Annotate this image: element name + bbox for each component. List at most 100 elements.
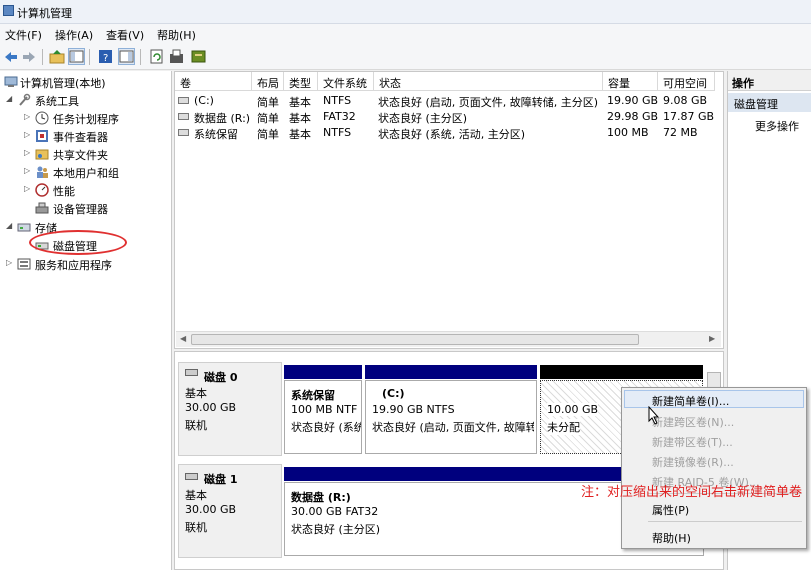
title-bar: 计算机管理 <box>0 0 811 24</box>
partition-bar <box>284 365 362 379</box>
actions-section[interactable]: 磁盘管理 <box>728 93 811 112</box>
mouse-cursor-icon <box>648 405 660 428</box>
users-icon <box>35 165 49 179</box>
tree-item-services-apps[interactable]: ▷ 服务和应用程序 <box>6 256 170 273</box>
actions-section-label: 磁盘管理 <box>734 98 778 111</box>
menu-item-help[interactable]: 帮助(H) <box>652 530 691 546</box>
unallocated-bar <box>540 365 703 379</box>
clock-icon <box>35 111 49 125</box>
disk-size: 30.00 GB <box>185 401 237 414</box>
tree-item-task-scheduler[interactable]: ▷ 任务计划程序 <box>24 110 170 127</box>
shared-folder-icon <box>35 147 49 161</box>
forward-icon[interactable] <box>20 48 37 65</box>
partition-status: 状态良好 (系统 <box>291 421 361 434</box>
volume-status: 状态良好 (启动, 页面文件, 故障转储, 主分区) <box>378 96 599 109</box>
collapsed-arrow-icon[interactable]: ▷ <box>24 184 30 193</box>
menu-view[interactable]: 查看(V) <box>106 27 144 43</box>
horizontal-scrollbar[interactable]: ◀ ▶ <box>176 331 721 347</box>
device-manager-icon <box>35 201 49 215</box>
menu-bar: 文件(F) 操作(A) 查看(V) 帮助(H) <box>0 24 811 44</box>
column-header-volume[interactable]: 卷 <box>175 72 252 91</box>
column-header-status[interactable]: 状态 <box>374 72 603 91</box>
help-icon[interactable]: ? <box>97 48 114 65</box>
tree-label: 服务和应用程序 <box>35 259 112 272</box>
column-header-filesystem[interactable]: 文件系统 <box>318 72 374 91</box>
menu-action[interactable]: 操作(A) <box>55 27 93 43</box>
volume-name: 数据盘 (R:) <box>194 112 251 125</box>
partition-size: 100 MB NTF <box>291 403 358 416</box>
toolbar-separator <box>140 49 141 65</box>
table-row[interactable]: 数据盘 (R:) 简单 基本 FAT32 状态良好 (主分区) 29.98 GB… <box>175 109 723 125</box>
column-header-layout[interactable]: 布局 <box>252 72 284 91</box>
expanded-arrow-icon[interactable]: ◢ <box>6 221 12 230</box>
menu-item-new-simple-volume[interactable]: 新建简单卷(I)... <box>652 393 729 409</box>
svg-text:?: ? <box>103 53 108 64</box>
disk-size: 30.00 GB <box>185 503 237 516</box>
volume-name: 系统保留 <box>194 128 238 141</box>
scroll-right-icon[interactable]: ▶ <box>709 334 715 343</box>
volume-capacity: 100 MB <box>607 126 649 139</box>
up-folder-icon[interactable] <box>48 48 65 65</box>
scroll-left-icon[interactable]: ◀ <box>180 334 186 343</box>
computer-management-icon <box>3 5 14 16</box>
back-icon[interactable] <box>2 48 19 65</box>
volume-type: 基本 <box>289 96 311 109</box>
menu-item-new-spanned-volume[interactable]: 新建跨区卷(N)... <box>652 414 734 430</box>
table-row[interactable]: 系统保留 简单 基本 NTFS 状态良好 (系统, 活动, 主分区) 100 M… <box>175 125 723 141</box>
volume-layout: 简单 <box>257 112 279 125</box>
disk-tool-icon[interactable] <box>190 48 207 65</box>
volume-free-space: 9.08 GB <box>663 94 708 107</box>
event-viewer-icon <box>35 129 49 143</box>
column-header-free-space[interactable]: 可用空间 <box>658 72 715 91</box>
column-header-type[interactable]: 类型 <box>284 72 318 91</box>
tree-label: 系统工具 <box>35 95 79 108</box>
volume-icon <box>178 113 189 120</box>
disk-status: 联机 <box>185 419 207 432</box>
table-row[interactable]: (C:) 简单 基本 NTFS 状态良好 (启动, 页面文件, 故障转储, 主分… <box>175 93 723 109</box>
show-action-pane-icon[interactable] <box>118 48 135 65</box>
unallocated-status: 未分配 <box>547 419 580 435</box>
refresh-icon[interactable] <box>148 48 165 65</box>
expanded-arrow-icon[interactable]: ◢ <box>6 94 12 103</box>
properties-icon[interactable] <box>168 48 185 65</box>
scrollbar-thumb[interactable] <box>191 334 639 345</box>
menu-item-new-striped-volume[interactable]: 新建带区卷(T)... <box>652 434 733 450</box>
more-actions-link[interactable]: 更多操作 <box>755 118 799 134</box>
system-tools-icon <box>17 93 31 107</box>
disk-0-info[interactable]: 磁盘 0 基本 30.00 GB 联机 <box>178 362 282 456</box>
menu-item-properties[interactable]: 属性(P) <box>652 502 689 518</box>
menu-help[interactable]: 帮助(H) <box>157 27 196 43</box>
tree-item-device-manager[interactable]: 设备管理器 <box>24 200 170 217</box>
collapsed-arrow-icon[interactable]: ▷ <box>24 166 30 175</box>
tree-item-shared-folders[interactable]: ▷ 共享文件夹 <box>24 146 170 163</box>
menu-file[interactable]: 文件(F) <box>5 27 42 43</box>
disk-1-info[interactable]: 磁盘 1 基本 30.00 GB 联机 <box>178 464 282 558</box>
partition-name: (C:) <box>382 387 405 400</box>
volume-filesystem: NTFS <box>323 126 352 139</box>
partition-c-drive[interactable]: (C:) 19.90 GB NTFS 状态良好 (启动, 页面文件, 故障转 <box>365 380 537 454</box>
column-header-capacity[interactable]: 容量 <box>603 72 658 91</box>
tree-item-performance[interactable]: ▷ 性能 <box>24 182 170 199</box>
menu-item-new-mirrored-volume[interactable]: 新建镜像卷(R)... <box>652 454 734 470</box>
partition-system-reserved[interactable]: 系统保留 100 MB NTF 状态良好 (系统 <box>284 380 362 454</box>
volume-filesystem: FAT32 <box>323 110 356 123</box>
volume-name: (C:) <box>194 94 214 107</box>
annotation-note: 注：对压缩出来的空间右击新建简单卷 <box>581 485 803 500</box>
collapsed-arrow-icon[interactable]: ▷ <box>24 112 30 121</box>
collapsed-arrow-icon[interactable]: ▷ <box>6 258 12 267</box>
volume-layout: 简单 <box>257 128 279 141</box>
actions-header: 操作 <box>728 71 811 91</box>
collapsed-arrow-icon[interactable]: ▷ <box>24 130 30 139</box>
partition-bar <box>365 365 537 379</box>
collapsed-arrow-icon[interactable]: ▷ <box>24 148 30 157</box>
tree-item-computer-management[interactable]: 计算机管理(本地) <box>2 74 170 91</box>
partition-status: 状态良好 (主分区) <box>291 523 381 536</box>
tree-item-system-tools[interactable]: ◢ 系统工具 <box>6 92 170 109</box>
show-console-tree-icon[interactable] <box>68 48 85 65</box>
disk-type: 基本 <box>185 387 207 400</box>
toolbar-separator <box>42 49 43 65</box>
tree-item-local-users[interactable]: ▷ 本地用户和组 <box>24 164 170 181</box>
volume-free-space: 72 MB <box>663 126 698 139</box>
computer-management-icon <box>4 75 18 89</box>
tree-item-event-viewer[interactable]: ▷ 事件查看器 <box>24 128 170 145</box>
